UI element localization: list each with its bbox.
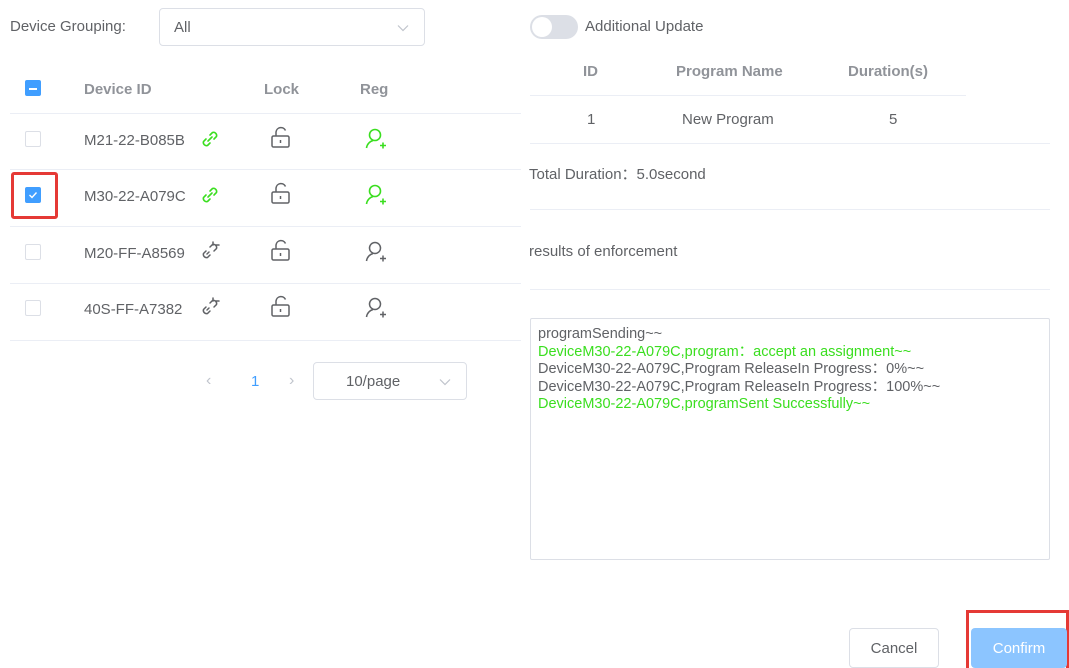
broken-link-icon[interactable] xyxy=(199,240,221,262)
chevron-down-icon xyxy=(439,379,451,386)
device-grouping-value: All xyxy=(174,18,191,36)
next-page-button[interactable]: › xyxy=(289,372,294,390)
row-checkbox[interactable] xyxy=(25,244,41,260)
register-user-icon[interactable] xyxy=(364,183,388,207)
row-checkbox[interactable] xyxy=(25,131,41,147)
program-id: 1 xyxy=(587,111,596,128)
device-id: M20-FF-A8569 xyxy=(84,245,185,262)
program-duration: 5 xyxy=(889,111,898,128)
unlock-icon[interactable] xyxy=(270,181,292,205)
page-size-select[interactable]: 10/page xyxy=(313,362,467,400)
column-header-program-name: Program Name xyxy=(676,63,783,80)
log-line-success: DeviceM30-22-A079C,program：accept an ass… xyxy=(538,343,912,360)
register-user-icon[interactable] xyxy=(364,127,388,151)
divider xyxy=(10,340,521,341)
divider xyxy=(10,169,521,170)
unlock-icon[interactable] xyxy=(270,125,292,149)
device-id: M30-22-A079C xyxy=(84,188,186,205)
device-grouping-label: Device Grouping: xyxy=(10,18,126,35)
register-user-icon[interactable] xyxy=(364,240,388,264)
unlock-icon[interactable] xyxy=(270,294,292,318)
check-icon xyxy=(29,192,38,199)
device-id: 40S-FF-A7382 xyxy=(84,301,183,318)
link-icon[interactable] xyxy=(199,128,221,150)
total-duration: Total Duration：5.0second xyxy=(529,166,706,183)
link-icon[interactable] xyxy=(199,184,221,206)
register-user-icon[interactable] xyxy=(364,296,388,320)
prev-page-button[interactable]: ‹ xyxy=(206,372,211,390)
divider xyxy=(530,209,1050,210)
broken-link-icon[interactable] xyxy=(199,296,221,318)
column-header-device-id: Device ID xyxy=(84,81,152,98)
divider xyxy=(10,113,521,114)
divider xyxy=(10,226,521,227)
log-line: DeviceM30-22-A079C,Program ReleaseIn Pro… xyxy=(538,361,925,377)
toggle-knob xyxy=(532,17,552,37)
row-checkbox[interactable] xyxy=(25,300,41,316)
additional-update-toggle[interactable] xyxy=(530,15,578,39)
chevron-down-icon xyxy=(397,25,409,32)
column-header-lock: Lock xyxy=(264,81,300,98)
enforcement-log[interactable]: programSending~~ DeviceM30-22-A079C,prog… xyxy=(530,318,1050,560)
additional-update-label: Additional Update xyxy=(585,18,704,35)
unlock-icon[interactable] xyxy=(270,238,292,262)
confirm-button[interactable]: Confirm xyxy=(971,628,1067,668)
divider xyxy=(10,283,521,284)
select-all-checkbox[interactable] xyxy=(25,80,41,96)
divider xyxy=(530,143,1050,144)
log-line: programSending~~ xyxy=(538,326,663,342)
divider xyxy=(530,289,1050,290)
row-checkbox[interactable] xyxy=(25,187,41,203)
device-grouping-select[interactable]: All xyxy=(159,8,425,46)
column-header-duration: Duration(s) xyxy=(848,63,928,80)
page-size-value: 10/page xyxy=(346,372,401,390)
cancel-button[interactable]: Cancel xyxy=(849,628,939,668)
program-name: New Program xyxy=(682,111,774,128)
column-header-reg: Reg xyxy=(360,81,389,98)
page-number-current[interactable]: 1 xyxy=(251,373,259,390)
log-line: DeviceM30-22-A079C,Program ReleaseIn Pro… xyxy=(538,378,941,395)
divider xyxy=(530,95,966,96)
results-label: results of enforcement xyxy=(529,243,678,260)
column-header-id: ID xyxy=(583,63,598,80)
log-line-success: DeviceM30-22-A079C,programSent Successfu… xyxy=(538,396,871,412)
device-id: M21-22-B085B xyxy=(84,132,185,149)
